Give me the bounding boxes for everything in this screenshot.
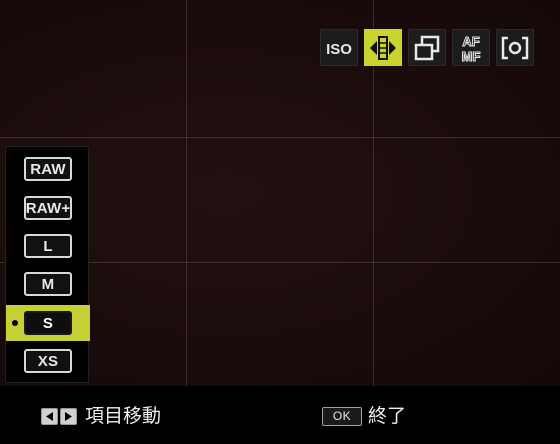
grid-line [186, 0, 187, 386]
nav-hint-label: 項目移動 [85, 405, 162, 427]
nav-hint: 項目移動 [41, 405, 161, 427]
image-size-icon[interactable] [364, 29, 402, 66]
size-option-label: L [24, 234, 72, 258]
iso-glyph: ISO [326, 41, 352, 58]
size-option-raw-plus[interactable]: RAW+ [6, 190, 90, 226]
left-arrow-icon [41, 407, 58, 425]
ok-hint-label: 終了 [368, 405, 407, 427]
size-option-label: RAW [24, 157, 72, 181]
image-size-glyph [370, 35, 396, 60]
size-option-label: M [24, 272, 72, 296]
size-option-raw[interactable]: RAW [6, 151, 90, 187]
af-mf-glyph: AF MF [461, 33, 481, 64]
metering-icon[interactable] [496, 29, 534, 66]
size-option-s[interactable]: S [6, 305, 90, 341]
ok-button-icon: OK [322, 406, 362, 426]
function-icon-bar: ISO AF MF [320, 29, 534, 66]
drive-mode-icon[interactable] [408, 29, 446, 66]
size-option-label: XS [24, 349, 72, 373]
svg-text:MF: MF [462, 49, 481, 64]
button-guide-bar: 項目移動 OK 終了 [0, 386, 560, 444]
drive-mode-glyph [414, 35, 440, 60]
size-option-label: S [24, 311, 72, 335]
grid-line [0, 137, 560, 138]
af-mf-icon[interactable]: AF MF [452, 29, 490, 66]
iso-icon[interactable]: ISO [320, 29, 358, 66]
selected-bullet-icon [12, 320, 18, 326]
ok-hint: OK 終了 [322, 405, 406, 427]
size-option-label: RAW+ [24, 196, 72, 220]
metering-glyph [501, 36, 529, 59]
svg-text:ISO: ISO [326, 41, 352, 58]
size-option-m[interactable]: M [6, 266, 90, 302]
right-arrow-icon [60, 407, 77, 425]
svg-text:AF: AF [462, 34, 479, 49]
size-option-xs[interactable]: XS [6, 343, 90, 379]
size-option-l[interactable]: L [6, 228, 90, 264]
image-size-menu: RAW RAW+ L M S XS [5, 146, 90, 383]
